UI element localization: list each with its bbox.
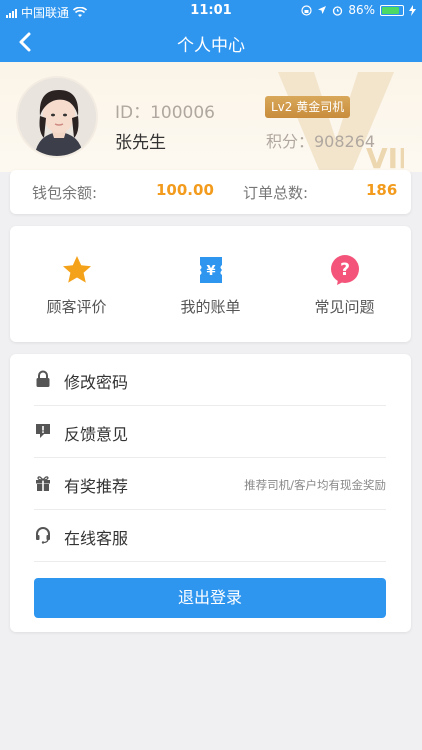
status-right: 86% [301,3,416,17]
star-icon [62,256,91,283]
stats-card: 钱包余额: 100.00 订单总数: 186 [10,170,411,214]
headset-icon [36,527,50,544]
menu-label-feedback: 反馈意见 [64,425,129,444]
location-icon [318,6,327,14]
avatar[interactable] [16,76,98,158]
menu-label-referral: 有奖推荐 [64,477,129,496]
quick-item-bills[interactable]: ¥ 我的账单 [144,226,277,342]
avatar-image [18,78,96,156]
quick-actions-card: 顾客评价 ¥ 我的账单 ? 常见问题 [10,226,411,342]
user-name: 张先生 [115,133,166,153]
menu-label-customer-service: 在线客服 [64,529,129,548]
orders-label: 订单总数: [243,184,309,202]
nav-bar: 个人中心 [0,22,422,62]
user-points: 积分：908264 [266,132,376,151]
menu-label-change-password: 修改密码 [64,373,129,392]
logout-button[interactable]: 退出登录 [34,578,386,618]
status-bar: 中国联通 11:01 86% [0,0,422,22]
svg-text:?: ? [340,260,350,280]
battery-percent: 86% [348,3,375,17]
lock-rotation-icon [301,4,312,16]
profile-header: VIP ID：100006 张先生 Lv2 黄金司机 积分：908264 [0,62,422,172]
user-id: ID：100006 [115,103,215,123]
quick-item-reviews[interactable]: 顾客评价 [10,226,143,342]
vip-watermark-icon: VIP [278,72,404,172]
battery-icon [380,4,404,16]
gift-icon [36,476,50,491]
page-title: 个人中心 [177,36,245,56]
wallet-value[interactable]: 100.00 [156,181,214,199]
quick-label-faq: 常见问题 [314,298,375,316]
level-badge: Lv2 黄金司机 [265,96,351,118]
quick-label-reviews: 顾客评价 [46,298,107,316]
wallet-label: 钱包余额: [32,184,98,202]
alarm-icon [333,5,343,16]
menu-item-customer-service[interactable]: 在线客服 [34,510,386,562]
quick-label-bills: 我的账单 [180,298,241,316]
orders-value[interactable]: 186 [366,181,397,199]
menu-item-referral[interactable]: 有奖推荐 推荐司机/客户均有现金奖励 [34,458,386,510]
feedback-icon [36,424,50,438]
svg-text:¥: ¥ [206,264,215,279]
referral-note: 推荐司机/客户均有现金奖励 [244,478,386,492]
question-icon: ? [330,255,359,285]
quick-item-faq[interactable]: ? 常见问题 [278,226,411,342]
menu-item-feedback[interactable]: 反馈意见 [34,406,386,458]
bill-icon: ¥ [199,257,222,283]
lock-icon [36,370,50,387]
menu-item-change-password[interactable]: 修改密码 [34,354,386,406]
menu-card: 修改密码 反馈意见 有奖推荐 推荐司机/客户均有现金奖励 在线客服 退出登录 [10,354,411,632]
charging-icon [409,4,416,16]
